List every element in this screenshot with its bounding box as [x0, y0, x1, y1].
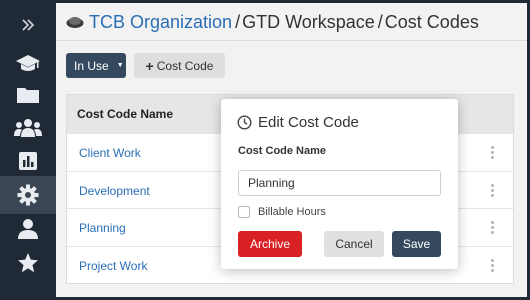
breadcrumb-organization-link[interactable]: TCB Organization [89, 12, 232, 33]
user-icon [18, 219, 38, 239]
cost-code-link[interactable]: Project Work [79, 259, 147, 273]
cost-code-link[interactable]: Client Work [79, 146, 141, 160]
breadcrumb-separator: / [377, 11, 383, 32]
cancel-button[interactable]: Cancel [324, 231, 384, 257]
hard-hat-icon [66, 17, 84, 28]
row-menu-icon[interactable] [491, 259, 495, 273]
sidebar-item-profile[interactable] [0, 210, 56, 248]
dialog-title: Edit Cost Code [237, 114, 359, 131]
row-menu-icon[interactable] [491, 146, 495, 160]
cost-code-name-input[interactable] [238, 170, 441, 196]
caret-down-icon: ▼ [116, 62, 124, 69]
double-chevron-right-icon [22, 19, 35, 31]
save-button[interactable]: Save [392, 231, 441, 257]
add-cost-code-label: Cost Code [156, 58, 214, 73]
gear-icon [17, 184, 39, 206]
folder-icon [17, 88, 39, 103]
page-title: Cost Codes [384, 11, 479, 32]
breadcrumb-separator: / [235, 11, 241, 32]
edit-cost-code-dialog: Edit Cost Code Cost Code Name Billable H… [221, 99, 458, 269]
clock-icon [237, 115, 252, 130]
status-filter-dropdown[interactable]: In Use ▼ [66, 53, 126, 78]
add-cost-code-button[interactable]: + Cost Code [134, 53, 225, 78]
cost-code-link[interactable]: Development [79, 184, 150, 198]
billable-hours-option[interactable]: Billable Hours [238, 206, 326, 218]
breadcrumb-workspace: GTD Workspace [242, 11, 375, 32]
header-divider [56, 40, 530, 41]
star-icon [18, 253, 38, 273]
archive-button[interactable]: Archive [238, 231, 302, 257]
sidebar-item-settings[interactable] [0, 176, 56, 214]
status-filter-label: In Use [74, 58, 109, 73]
billable-hours-checkbox[interactable] [238, 206, 250, 218]
cost-code-name-label: Cost Code Name [238, 145, 327, 157]
sidebar [0, 0, 56, 300]
sidebar-item-reports[interactable] [0, 142, 56, 180]
cost-code-link[interactable]: Planning [79, 221, 126, 235]
expand-sidebar-button[interactable] [0, 6, 56, 44]
sidebar-item-favorites[interactable] [0, 244, 56, 282]
dialog-title-text: Edit Cost Code [258, 114, 359, 131]
row-menu-icon[interactable] [491, 184, 495, 198]
row-menu-icon[interactable] [491, 221, 495, 235]
users-icon [14, 119, 42, 137]
bar-chart-icon [19, 152, 37, 170]
billable-hours-label: Billable Hours [258, 206, 326, 218]
graduation-cap-icon [16, 55, 40, 71]
breadcrumb: TCB Organization / GTD Workspace / Cost … [66, 8, 479, 36]
plus-icon: + [145, 57, 154, 74]
